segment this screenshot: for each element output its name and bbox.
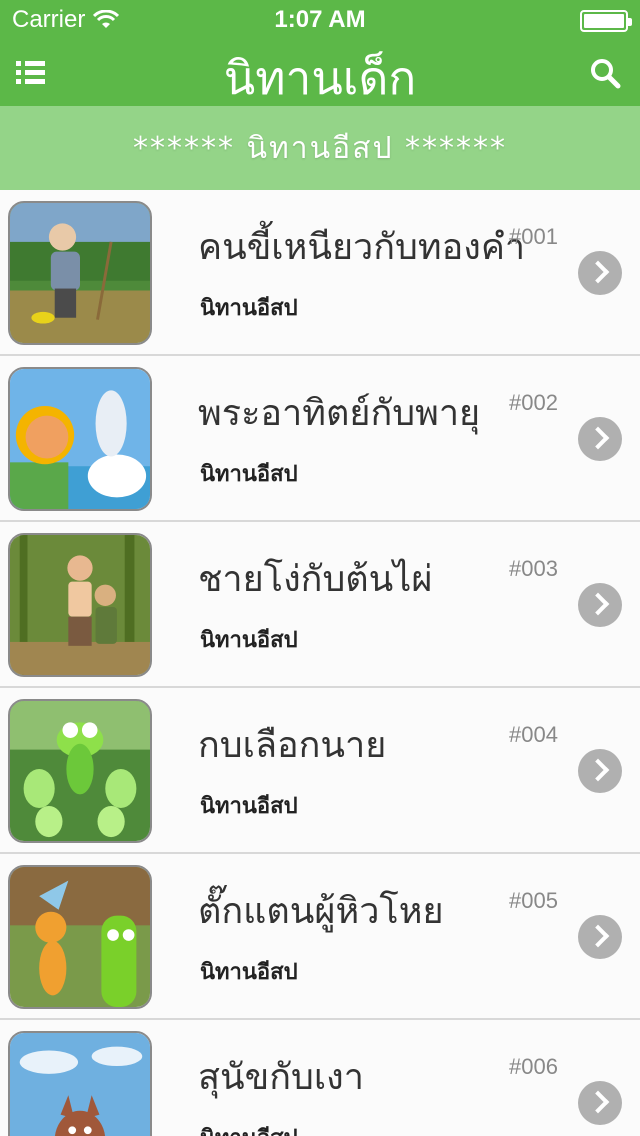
story-title: สุนัขกับเงา (198, 1057, 364, 1098)
story-title: ชายโง่กับต้นไผ่ (198, 559, 433, 600)
story-title: กบเลือกนาย (198, 725, 387, 766)
search-icon[interactable] (588, 56, 622, 90)
chevron-right-icon[interactable] (578, 583, 622, 627)
story-thumbnail (8, 367, 152, 511)
chevron-right-icon[interactable] (578, 417, 622, 461)
chevron-right-icon[interactable] (578, 915, 622, 959)
story-number: #003 (509, 556, 558, 581)
story-category: นิทานอีสป (200, 794, 298, 819)
section-header: ****** นิทานอีสป ****** (0, 106, 640, 190)
nav-bar: นิทานเด็ก (0, 40, 640, 106)
story-category: นิทานอีสป (200, 296, 298, 321)
battery-icon (580, 10, 632, 32)
frogs-illustration (10, 701, 150, 841)
story-title: ตั๊กแตนผู้หิวโหย (198, 891, 444, 932)
story-thumbnail (8, 201, 152, 345)
sun-and-wind-illustration (10, 369, 150, 509)
story-number: #004 (509, 722, 558, 747)
page-title: นิทานเด็ก (223, 51, 417, 105)
story-thumbnail (8, 533, 152, 677)
bamboo-illustration (10, 535, 150, 675)
story-thumbnail (8, 865, 152, 1009)
story-category: นิทานอีสป (200, 960, 298, 985)
story-thumbnail (8, 699, 152, 843)
story-category: นิทานอีสป (200, 628, 298, 653)
story-number: #005 (509, 888, 558, 913)
story-row-005[interactable]: ตั๊กแตนผู้หิวโหย #005 นิทานอีสป (0, 854, 640, 1020)
chevron-right-icon[interactable] (578, 251, 622, 295)
menu-button[interactable] (16, 54, 52, 90)
story-row-002[interactable]: พระอาทิตย์กับพายุ #002 นิทานอีสป (0, 356, 640, 522)
story-title: พระอาทิตย์กับพายุ (198, 393, 481, 434)
story-thumbnail (8, 1031, 152, 1136)
dog-illustration (10, 1033, 150, 1136)
miser-illustration (10, 203, 150, 343)
status-time: 1:07 AM (274, 6, 366, 33)
section-header-label: ****** นิทานอีสป ****** (132, 130, 508, 166)
story-category: นิทานอีสป (200, 462, 298, 487)
top-bar: Carrier 1:07 AM นิทานเด็ก (0, 0, 640, 106)
story-row-006[interactable]: สุนัขกับเงา #006 นิทานอีสป (0, 1020, 640, 1136)
story-row-001[interactable]: คนขี้เหนียวกับทองคำ #001 นิทานอีสป (0, 190, 640, 356)
chevron-right-icon[interactable] (578, 1081, 622, 1125)
story-list: คนขี้เหนียวกับทองคำ #001 นิทานอีสป พระอา… (0, 190, 640, 1136)
story-number: #002 (509, 390, 558, 415)
chevron-right-icon[interactable] (578, 749, 622, 793)
status-bar: Carrier 1:07 AM (0, 0, 640, 40)
story-row-003[interactable]: ชายโง่กับต้นไผ่ #003 นิทานอีสป (0, 522, 640, 688)
story-title: คนขี้เหนียวกับทองคำ (198, 227, 526, 268)
story-category: นิทานอีสป (200, 1120, 298, 1136)
grasshopper-illustration (10, 867, 150, 1007)
story-number: #006 (509, 1054, 558, 1079)
story-number: #001 (509, 224, 558, 249)
story-row-004[interactable]: กบเลือกนาย #004 นิทานอีสป (0, 688, 640, 854)
